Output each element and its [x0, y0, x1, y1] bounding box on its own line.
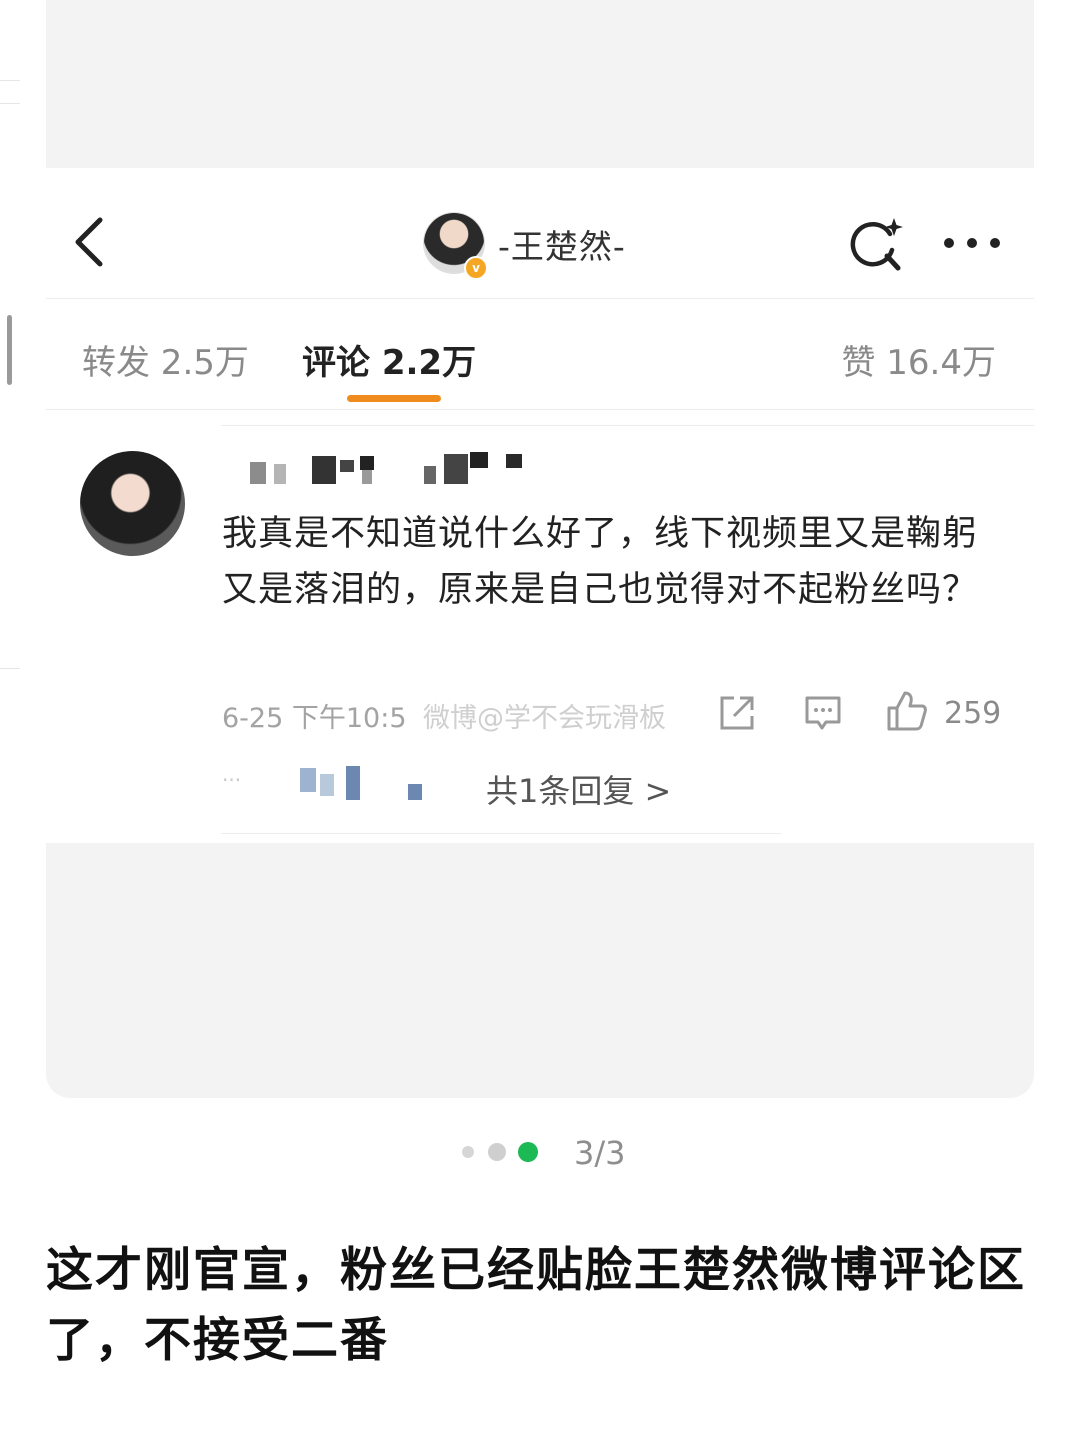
- reply-button[interactable]: [804, 694, 842, 732]
- back-button[interactable]: [70, 216, 110, 268]
- pixelated-name: [346, 766, 360, 800]
- active-tab-indicator: [347, 395, 441, 402]
- pager-dot-active[interactable]: [518, 1142, 538, 1162]
- commenter-name-pixelated[interactable]: [248, 450, 548, 488]
- search-sparkle-icon: [850, 218, 903, 271]
- divider: [0, 668, 20, 669]
- like-button[interactable]: [886, 690, 928, 732]
- share-button[interactable]: [718, 694, 756, 732]
- comment-item: 我真是不知道说什么好了，线下视频里又是鞠躬又是落泪的，原来是自己也觉得对不起粉丝…: [46, 425, 1034, 836]
- more-icon: [944, 238, 1000, 248]
- share-icon: [720, 696, 754, 730]
- pager-dot[interactable]: [488, 1143, 506, 1161]
- scrollbar[interactable]: [7, 315, 12, 385]
- top-bar: v -王楚然-: [46, 168, 1034, 299]
- reply-icon: [805, 696, 841, 730]
- tab-comment[interactable]: 评论 2.2万: [302, 335, 476, 384]
- left-edge-strip: [0, 0, 20, 1100]
- weibo-screenshot: v -王楚然- 转发 2.5万 评论 2.2万 赞 16.4万 我真是不知道说什…: [46, 168, 1034, 843]
- pixelated-name: [300, 768, 316, 792]
- divider: [0, 80, 20, 81]
- divider: [221, 425, 1034, 426]
- divider: [221, 833, 781, 834]
- image-pager: 3/3: [462, 1134, 662, 1172]
- more-button[interactable]: [941, 228, 1003, 258]
- reply-dots: ···: [222, 768, 242, 792]
- tab-like[interactable]: 赞 16.4万: [841, 335, 996, 384]
- view-replies-link[interactable]: 共1条回复 >: [486, 766, 671, 812]
- like-count: 259: [944, 696, 1002, 731]
- watermark: 微博@学不会玩滑板: [423, 703, 666, 734]
- back-icon: [75, 217, 103, 267]
- comment-meta: 6-25 下午10:5: [222, 703, 407, 734]
- thumbs-up-icon: [887, 691, 927, 731]
- profile-name[interactable]: -王楚然-: [498, 220, 626, 268]
- commenter-avatar[interactable]: [80, 451, 185, 556]
- comment-text: 我真是不知道说什么好了，线下视频里又是鞠躬又是落泪的，原来是自己也觉得对不起粉丝…: [222, 514, 979, 610]
- tab-repost[interactable]: 转发 2.5万: [82, 335, 249, 384]
- pager-label: 3/3: [574, 1134, 626, 1172]
- reply-preview: ··· 共1条回复 >: [222, 766, 922, 810]
- pixelated-name: [320, 774, 334, 796]
- divider: [0, 103, 20, 104]
- tab-bar: 转发 2.5万 评论 2.2万 赞 16.4万: [46, 299, 1034, 410]
- search-button[interactable]: [846, 214, 906, 274]
- post-caption: 这才刚官宣，粉丝已经贴脸王楚然微博评论区了，不接受二番: [46, 1243, 1026, 1368]
- pixelated-name: [408, 784, 422, 800]
- verified-badge: v: [464, 256, 488, 280]
- pager-dot[interactable]: [462, 1146, 474, 1158]
